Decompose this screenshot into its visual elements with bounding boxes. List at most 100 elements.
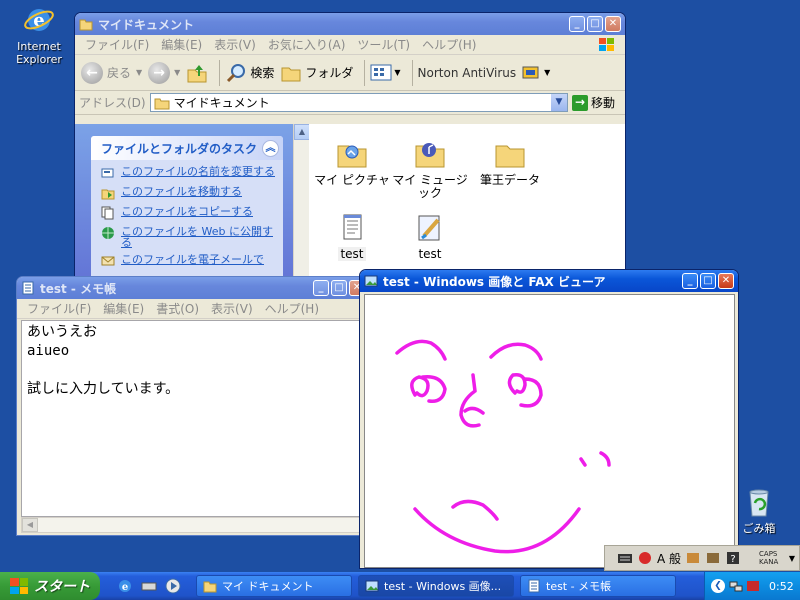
notepad-titlebar[interactable]: test - メモ帳 _ □ ✕ bbox=[17, 277, 369, 299]
explorer-titlebar[interactable]: マイドキュメント _ □ ✕ bbox=[75, 13, 625, 35]
menu-file[interactable]: ファイル(F) bbox=[79, 36, 155, 53]
file-item-fudeo-data[interactable]: 筆王データ bbox=[469, 138, 551, 187]
address-value: マイドキュメント bbox=[173, 96, 270, 110]
menu-edit[interactable]: 編集(E) bbox=[97, 300, 150, 317]
back-label: 戻る bbox=[107, 66, 132, 80]
search-button[interactable]: 検索 bbox=[225, 62, 274, 84]
address-label: アドレス(D) bbox=[79, 96, 146, 110]
up-folder-icon bbox=[187, 64, 207, 82]
ime-dictionary-icon[interactable] bbox=[705, 550, 721, 566]
maximize-button[interactable]: □ bbox=[331, 280, 347, 296]
file-item-test-image[interactable]: test bbox=[389, 212, 471, 261]
show-desktop-icon[interactable] bbox=[140, 577, 158, 595]
close-button[interactable]: ✕ bbox=[605, 16, 621, 32]
antivirus-tray-icon[interactable] bbox=[746, 579, 760, 593]
forward-button[interactable]: → ▼ bbox=[148, 61, 180, 84]
recycle-bin-icon bbox=[749, 489, 769, 517]
search-icon bbox=[227, 63, 246, 82]
taskbar-button-label: マイ ドキュメント bbox=[222, 580, 314, 593]
collapse-chevron-icon[interactable]: ︽ bbox=[262, 139, 279, 157]
task-copy[interactable]: このファイルをコピーする bbox=[101, 206, 277, 220]
help-icon[interactable]: ? bbox=[725, 550, 741, 566]
task-move[interactable]: このファイルを移動する bbox=[101, 186, 277, 200]
menu-edit[interactable]: 編集(E) bbox=[155, 36, 208, 53]
back-button[interactable]: ← 戻る ▼ bbox=[81, 61, 142, 84]
image-canvas bbox=[364, 294, 735, 568]
network-icon[interactable] bbox=[729, 579, 743, 593]
internet-explorer-icon: e bbox=[24, 9, 54, 31]
horizontal-scrollbar[interactable]: ◀ bbox=[21, 517, 369, 533]
task-publish-web[interactable]: このファイルを Web に公開する bbox=[101, 226, 277, 248]
address-input[interactable]: マイドキュメント ▼ bbox=[149, 93, 568, 112]
menu-view[interactable]: 表示(V) bbox=[208, 36, 262, 53]
system-tray: ❮ 0:52 bbox=[704, 572, 800, 600]
folder-icon bbox=[154, 98, 170, 109]
window-title: test - Windows 画像と FAX ビューア bbox=[383, 274, 606, 289]
nose bbox=[459, 373, 485, 428]
svg-text:?: ? bbox=[730, 554, 735, 565]
menu-help[interactable]: ヘルプ(H) bbox=[259, 300, 325, 317]
menu-favorites[interactable]: お気に入り(A) bbox=[262, 36, 352, 53]
file-name: test bbox=[418, 247, 442, 261]
desktop-icon-internet-explorer[interactable]: e Internet Explorer bbox=[4, 4, 74, 66]
file-item-my-pictures[interactable]: マイ ピクチャ bbox=[311, 138, 393, 187]
maximize-button[interactable]: □ bbox=[587, 16, 603, 32]
menu-help[interactable]: ヘルプ(H) bbox=[416, 36, 482, 53]
cheek-mark-2 bbox=[599, 451, 611, 467]
taskbar-button-notepad[interactable]: test - メモ帳 bbox=[520, 575, 676, 597]
norton-antivirus-button[interactable]: Norton AntiVirus ▼ bbox=[418, 65, 551, 81]
explorer-body: ファイルとフォルダのタスク ︽ このファイルの名前を変更する このファイルを移動… bbox=[75, 124, 625, 279]
image-viewer-icon bbox=[364, 275, 378, 287]
media-player-icon[interactable] bbox=[164, 577, 182, 595]
maximize-button[interactable]: □ bbox=[700, 273, 716, 289]
file-folder-tasks-panel: ファイルとフォルダのタスク ︽ このファイルの名前を変更する このファイルを移動… bbox=[91, 136, 283, 279]
start-button[interactable]: スタート bbox=[0, 572, 100, 600]
scroll-up-button[interactable]: ▲ bbox=[294, 124, 310, 140]
notepad-text-area[interactable]: あいうえお aiueo 試しに入力しています。 bbox=[21, 320, 369, 517]
viewer-titlebar[interactable]: test - Windows 画像と FAX ビューア _ □ ✕ bbox=[360, 270, 738, 292]
menu-format[interactable]: 書式(O) bbox=[150, 300, 205, 317]
quick-launch: e bbox=[116, 577, 182, 595]
close-button[interactable]: ✕ bbox=[718, 273, 734, 289]
taskbar-button-my-documents[interactable]: マイ ドキュメント bbox=[196, 575, 352, 597]
minimize-button[interactable]: _ bbox=[313, 280, 329, 296]
folders-button[interactable]: フォルダ bbox=[280, 63, 353, 83]
address-dropdown-button[interactable]: ▼ bbox=[550, 94, 567, 111]
window-title: マイドキュメント bbox=[98, 17, 195, 32]
windows-flag-icon bbox=[10, 578, 28, 594]
move-icon bbox=[101, 189, 115, 200]
explorer-window: マイドキュメント _ □ ✕ ファイル(F) 編集(E) 表示(V) お気に入り… bbox=[74, 12, 626, 280]
start-label: スタート bbox=[34, 579, 90, 595]
cheek-mark-1 bbox=[579, 457, 587, 467]
file-item-test-txt[interactable]: test bbox=[311, 212, 393, 261]
face-drawing bbox=[395, 339, 611, 554]
menu-tools[interactable]: ツール(T) bbox=[351, 36, 416, 53]
taskbar-button-label: test - メモ帳 bbox=[546, 580, 612, 593]
taskpane-scrollbar[interactable]: ▲ bbox=[293, 124, 310, 279]
internet-explorer-icon[interactable]: e bbox=[116, 577, 134, 595]
go-button[interactable]: → 移動 bbox=[571, 94, 615, 111]
task-email[interactable]: このファイルを電子メールで bbox=[101, 254, 277, 268]
file-item-my-music[interactable]: マイ ミュージック bbox=[389, 138, 471, 200]
minimize-button[interactable]: _ bbox=[569, 16, 585, 32]
ime-options-chevron-icon[interactable]: ▼ bbox=[789, 554, 795, 563]
email-icon bbox=[101, 256, 115, 266]
task-rename[interactable]: このファイルの名前を変更する bbox=[101, 166, 277, 180]
up-folder-button[interactable] bbox=[186, 62, 208, 84]
minimize-button[interactable]: _ bbox=[682, 273, 698, 289]
ime-tools-icon[interactable] bbox=[685, 550, 701, 566]
file-name: 筆王データ bbox=[479, 173, 540, 187]
task-panel-header[interactable]: ファイルとフォルダのタスク ︽ bbox=[91, 136, 283, 160]
taskbar-button-image-viewer[interactable]: test - Windows 画像... bbox=[358, 575, 514, 597]
ime-pad-icon[interactable] bbox=[637, 550, 653, 566]
notepad-menubar: ファイル(F) 編集(E) 書式(O) 表示(V) ヘルプ(H) bbox=[17, 299, 369, 319]
menu-view[interactable]: 表示(V) bbox=[205, 300, 259, 317]
folders-label: フォルダ bbox=[305, 66, 354, 80]
menu-file[interactable]: ファイル(F) bbox=[21, 300, 97, 317]
window-title: test - メモ帳 bbox=[40, 281, 117, 296]
tray-expand-chevron-icon[interactable]: ❮ bbox=[711, 579, 725, 593]
toolbar-separator bbox=[219, 59, 221, 86]
scroll-left-button[interactable]: ◀ bbox=[22, 518, 38, 532]
ime-mode[interactable]: A 般 bbox=[657, 550, 681, 567]
views-button[interactable]: ▼ bbox=[370, 63, 401, 83]
